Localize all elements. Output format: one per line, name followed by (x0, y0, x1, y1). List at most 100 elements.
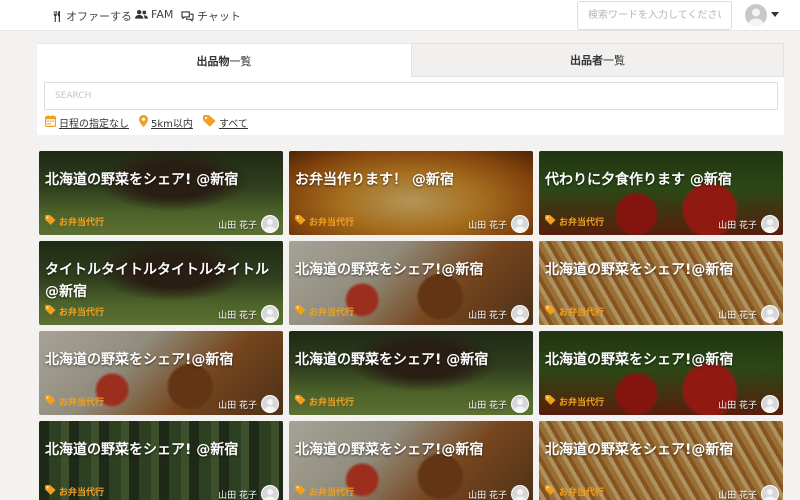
card-seller-name: 山田 花子 (718, 490, 757, 500)
tag-icon (545, 305, 556, 318)
card-title: 北海道の野菜をシェア!@新宿 (545, 262, 734, 278)
card-category-tag: お弁当代行 (45, 305, 104, 318)
card-title: 代わりに夕食作ります @新宿 (545, 172, 732, 188)
card-seller-name: 山田 花子 (218, 490, 257, 500)
nav-offer-link[interactable]: オファーする (52, 8, 132, 24)
card-seller[interactable]: 山田 花子 (718, 395, 779, 413)
card-seller[interactable]: 山田 花子 (218, 305, 279, 323)
calendar-icon (45, 115, 57, 130)
card-seller-name: 山田 花子 (218, 400, 257, 411)
card-title: 北海道の野菜をシェア!@新宿 (545, 442, 734, 458)
avatar (261, 395, 279, 413)
tab-items-list[interactable]: 出品物 一覧 (37, 43, 411, 77)
item-card[interactable]: 北海道の野菜をシェア!@新宿お弁当代行 山田 花子 (39, 331, 283, 415)
filter-distance-label: 5km以内 (151, 119, 193, 130)
card-seller-name: 山田 花子 (718, 310, 757, 321)
filter-category[interactable]: すべて (203, 115, 248, 130)
tag-icon (295, 215, 306, 228)
filter-date-label: 日程の指定なし (59, 119, 129, 130)
card-category-tag: お弁当代行 (295, 485, 354, 498)
item-card[interactable]: 北海道の野菜をシェア! @新宿 お弁当代行 山田 花子 (289, 331, 533, 415)
card-category-tag: お弁当代行 (545, 395, 604, 408)
nav-fam-label: FAM (151, 8, 174, 21)
card-category-tag: お弁当代行 (545, 485, 604, 498)
nav-offer-label: オファーする (66, 10, 132, 23)
avatar (261, 215, 279, 233)
item-card[interactable]: 北海道の野菜をシェア!@新宿お弁当代行 山田 花子 (289, 421, 533, 500)
item-card[interactable]: 北海道の野菜をシェア!@新宿 お弁当代行 山田 花子 (539, 331, 783, 415)
header-search-input[interactable] (577, 1, 732, 30)
card-seller[interactable]: 山田 花子 (218, 485, 279, 500)
item-card[interactable]: 北海道の野菜をシェア! @新宿お弁当代行 山田 花子 (39, 151, 283, 235)
tag-icon (203, 115, 216, 130)
card-category-tag: お弁当代行 (545, 215, 604, 228)
card-category-tag: お弁当代行 (45, 485, 104, 498)
tag-icon (545, 485, 556, 498)
card-seller-name: 山田 花子 (718, 220, 757, 231)
card-category-tag: お弁当代行 (45, 395, 104, 408)
tag-icon (545, 215, 556, 228)
filter-category-label: すべて (219, 119, 248, 130)
card-title: 北海道の野菜をシェア!@新宿 (45, 352, 234, 368)
card-tag-label: お弁当代行 (59, 398, 105, 408)
avatar (761, 485, 779, 500)
avatar (511, 395, 529, 413)
chevron-down-icon[interactable] (771, 12, 779, 17)
nav-chat-link[interactable]: チャット (181, 8, 241, 24)
card-category-tag: お弁当代行 (295, 305, 354, 318)
tab-sellers-list[interactable]: 出品者 一覧 (411, 43, 784, 77)
card-category-tag: お弁当代行 (295, 395, 354, 408)
tab-items-main-label: 出品物 (196, 54, 230, 68)
filter-date[interactable]: 日程の指定なし (45, 115, 129, 130)
card-seller[interactable]: 山田 花子 (718, 305, 779, 323)
card-tag-label: お弁当代行 (559, 218, 605, 228)
tag-icon (295, 485, 306, 498)
card-seller[interactable]: 山田 花子 (468, 215, 529, 233)
item-search-input[interactable] (44, 82, 778, 110)
avatar (511, 485, 529, 500)
filter-distance[interactable]: 5km以内 (139, 115, 193, 130)
item-card[interactable]: お弁当作ります！ @新宿 お弁当代行 山田 花子 (289, 151, 533, 235)
top-header: オファーする FAM チャット (0, 0, 800, 31)
tag-icon (45, 395, 56, 408)
nav-chat-label: チャット (197, 10, 241, 23)
card-category-tag: お弁当代行 (295, 215, 354, 228)
card-tag-label: お弁当代行 (559, 488, 605, 498)
card-tag-label: お弁当代行 (59, 218, 105, 228)
card-tag-label: お弁当代行 (559, 308, 605, 318)
card-seller[interactable]: 山田 花子 (718, 485, 779, 500)
card-seller[interactable]: 山田 花子 (718, 215, 779, 233)
card-seller[interactable]: 山田 花子 (218, 395, 279, 413)
card-seller[interactable]: 山田 花子 (468, 305, 529, 323)
nav-fam-link[interactable]: FAM (135, 8, 173, 21)
card-seller[interactable]: 山田 花子 (218, 215, 279, 233)
avatar (511, 305, 529, 323)
item-card[interactable]: タイトルタイトルタイトルタイトル @新宿お弁当代行 山田 花子 (39, 241, 283, 325)
card-seller-name: 山田 花子 (218, 310, 257, 321)
card-seller[interactable]: 山田 花子 (468, 395, 529, 413)
avatar (761, 305, 779, 323)
card-title: 北海道の野菜をシェア! @新宿 (45, 172, 239, 188)
card-tag-label: お弁当代行 (309, 488, 355, 498)
user-avatar[interactable] (745, 4, 767, 26)
card-seller-name: 山田 花子 (468, 310, 507, 321)
tag-icon (545, 395, 556, 408)
card-tag-label: お弁当代行 (309, 398, 355, 408)
card-tag-label: お弁当代行 (59, 308, 105, 318)
item-card[interactable]: 北海道の野菜をシェア!@新宿 お弁当代行 山田 花子 (289, 241, 533, 325)
card-title: タイトルタイトルタイトルタイトル @新宿 (45, 262, 269, 300)
card-seller-name: 山田 花子 (218, 220, 257, 231)
avatar (761, 215, 779, 233)
card-title: 北海道の野菜をシェア!@新宿 (295, 262, 484, 278)
item-card[interactable]: 北海道の野菜をシェア!@新宿お弁当代行 山田 花子 (539, 241, 783, 325)
card-title: 北海道の野菜をシェア!@新宿 (545, 352, 734, 368)
item-card[interactable]: 北海道の野菜をシェア! @新宿 お弁当代行 山田 花子 (39, 421, 283, 500)
card-seller-name: 山田 花子 (468, 490, 507, 500)
card-title: 北海道の野菜をシェア!@新宿 (295, 442, 484, 458)
item-card[interactable]: 北海道の野菜をシェア!@新宿お弁当代行 山田 花子 (539, 421, 783, 500)
avatar (761, 395, 779, 413)
card-tag-label: お弁当代行 (59, 488, 105, 498)
item-card[interactable]: 代わりに夕食作ります @新宿お弁当代行 山田 花子 (539, 151, 783, 235)
card-category-tag: お弁当代行 (545, 305, 604, 318)
card-seller[interactable]: 山田 花子 (468, 485, 529, 500)
